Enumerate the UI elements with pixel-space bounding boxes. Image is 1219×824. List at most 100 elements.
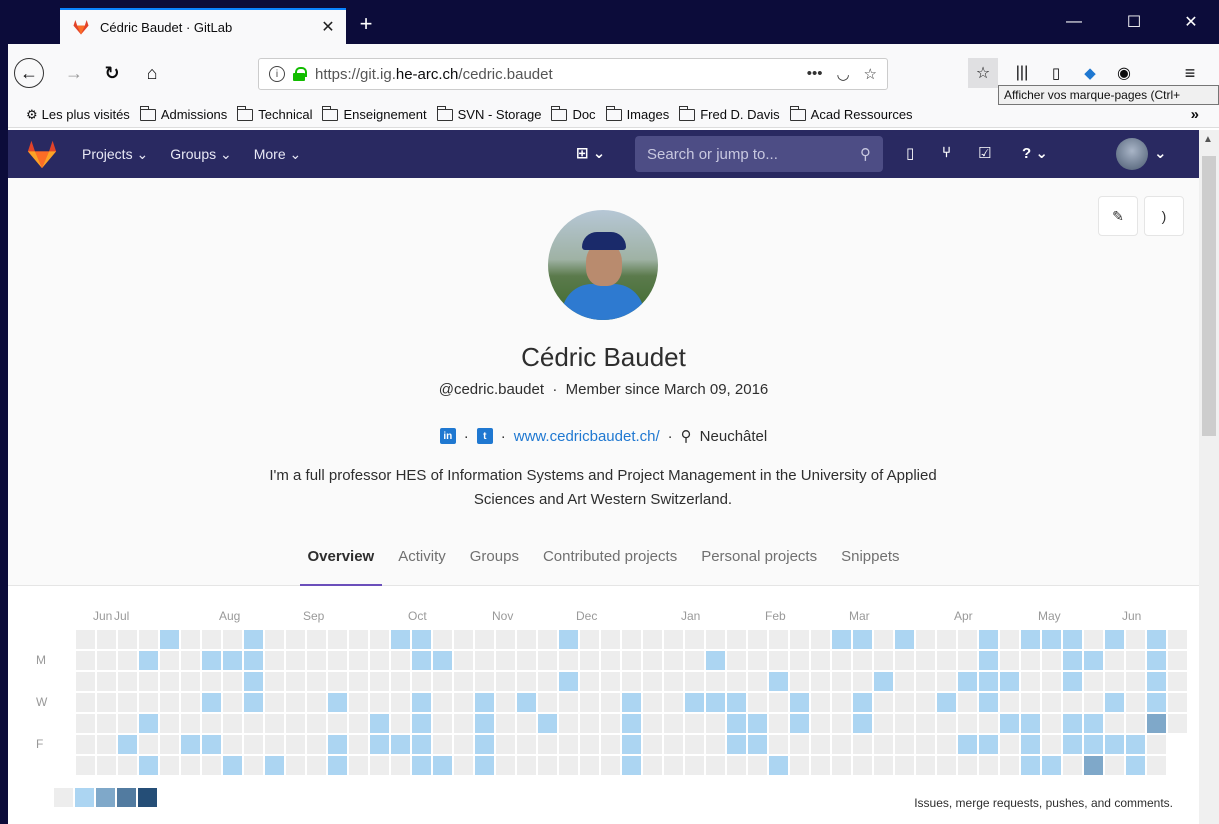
calendar-day-cell[interactable] bbox=[664, 714, 683, 733]
extension-icon[interactable]: ◆ bbox=[1078, 60, 1102, 86]
calendar-day-cell[interactable] bbox=[475, 756, 494, 775]
calendar-day-cell[interactable] bbox=[1042, 735, 1061, 754]
calendar-day-cell[interactable] bbox=[1126, 735, 1145, 754]
close-window-icon[interactable]: ✕ bbox=[1166, 0, 1216, 44]
calendar-day-cell[interactable] bbox=[916, 735, 935, 754]
calendar-day-cell[interactable] bbox=[538, 651, 557, 670]
calendar-day-cell[interactable] bbox=[244, 714, 263, 733]
calendar-day-cell[interactable] bbox=[832, 651, 851, 670]
calendar-day-cell[interactable] bbox=[76, 672, 95, 691]
calendar-day-cell[interactable] bbox=[874, 714, 893, 733]
calendar-day-cell[interactable] bbox=[1147, 756, 1166, 775]
calendar-day-cell[interactable] bbox=[496, 693, 515, 712]
calendar-day-cell[interactable] bbox=[1000, 735, 1019, 754]
bookmark-star-icon[interactable]: ☆ bbox=[864, 65, 877, 83]
calendar-day-cell[interactable] bbox=[76, 630, 95, 649]
calendar-day-cell[interactable] bbox=[664, 756, 683, 775]
calendar-day-cell[interactable] bbox=[559, 735, 578, 754]
calendar-day-cell[interactable] bbox=[1168, 672, 1187, 691]
browser-tab[interactable]: Cédric Baudet · GitLab ✕ bbox=[60, 8, 346, 44]
calendar-day-cell[interactable] bbox=[1168, 714, 1187, 733]
calendar-day-cell[interactable] bbox=[181, 756, 200, 775]
calendar-day-cell[interactable] bbox=[1063, 651, 1082, 670]
calendar-day-cell[interactable] bbox=[706, 714, 725, 733]
calendar-day-cell[interactable] bbox=[916, 714, 935, 733]
nav-more[interactable]: More ⌄ bbox=[254, 146, 302, 163]
calendar-day-cell[interactable] bbox=[1042, 672, 1061, 691]
calendar-day-cell[interactable] bbox=[454, 672, 473, 691]
calendar-day-cell[interactable] bbox=[643, 756, 662, 775]
calendar-day-cell[interactable] bbox=[118, 630, 137, 649]
user-avatar[interactable] bbox=[1116, 138, 1148, 170]
calendar-day-cell[interactable] bbox=[958, 735, 977, 754]
calendar-day-cell[interactable] bbox=[97, 630, 116, 649]
calendar-day-cell[interactable] bbox=[1147, 672, 1166, 691]
calendar-day-cell[interactable] bbox=[118, 672, 137, 691]
calendar-day-cell[interactable] bbox=[685, 735, 704, 754]
calendar-day-cell[interactable] bbox=[769, 693, 788, 712]
calendar-day-cell[interactable] bbox=[853, 651, 872, 670]
calendar-day-cell[interactable] bbox=[895, 756, 914, 775]
calendar-day-cell[interactable] bbox=[748, 672, 767, 691]
calendar-day-cell[interactable] bbox=[412, 651, 431, 670]
calendar-day-cell[interactable] bbox=[244, 735, 263, 754]
calendar-day-cell[interactable] bbox=[727, 714, 746, 733]
calendar-day-cell[interactable] bbox=[244, 651, 263, 670]
calendar-day-cell[interactable] bbox=[475, 714, 494, 733]
calendar-day-cell[interactable] bbox=[265, 756, 284, 775]
calendar-day-cell[interactable] bbox=[496, 651, 515, 670]
calendar-day-cell[interactable] bbox=[706, 672, 725, 691]
help-icon[interactable]: ? ⌄ bbox=[1022, 144, 1048, 162]
calendar-day-cell[interactable] bbox=[181, 693, 200, 712]
calendar-day-cell[interactable] bbox=[601, 756, 620, 775]
calendar-day-cell[interactable] bbox=[790, 630, 809, 649]
calendar-day-cell[interactable] bbox=[265, 735, 284, 754]
calendar-day-cell[interactable] bbox=[328, 651, 347, 670]
calendar-day-cell[interactable] bbox=[580, 714, 599, 733]
calendar-day-cell[interactable] bbox=[979, 672, 998, 691]
calendar-day-cell[interactable] bbox=[811, 714, 830, 733]
calendar-day-cell[interactable] bbox=[1000, 672, 1019, 691]
calendar-day-cell[interactable] bbox=[832, 714, 851, 733]
calendar-day-cell[interactable] bbox=[223, 672, 242, 691]
scrollbar-thumb[interactable] bbox=[1202, 156, 1216, 436]
tab-personal-projects[interactable]: Personal projects bbox=[701, 534, 817, 585]
calendar-day-cell[interactable] bbox=[559, 714, 578, 733]
calendar-day-cell[interactable] bbox=[328, 693, 347, 712]
url-bar[interactable]: i https://git.ig.he-arc.ch/cedric.baudet… bbox=[258, 58, 888, 90]
calendar-day-cell[interactable] bbox=[874, 693, 893, 712]
calendar-day-cell[interactable] bbox=[832, 630, 851, 649]
calendar-day-cell[interactable] bbox=[391, 693, 410, 712]
library-icon[interactable]: ||| bbox=[1010, 60, 1034, 86]
calendar-day-cell[interactable] bbox=[1126, 756, 1145, 775]
calendar-day-cell[interactable] bbox=[496, 630, 515, 649]
calendar-day-cell[interactable] bbox=[433, 714, 452, 733]
calendar-day-cell[interactable] bbox=[76, 693, 95, 712]
calendar-day-cell[interactable] bbox=[832, 693, 851, 712]
calendar-day-cell[interactable] bbox=[517, 672, 536, 691]
calendar-day-cell[interactable] bbox=[286, 651, 305, 670]
calendar-day-cell[interactable] bbox=[433, 693, 452, 712]
account-icon[interactable]: ◉ bbox=[1112, 60, 1136, 86]
calendar-day-cell[interactable] bbox=[328, 672, 347, 691]
calendar-day-cell[interactable] bbox=[202, 693, 221, 712]
todo-icon[interactable]: ☑ bbox=[978, 144, 991, 162]
calendar-day-cell[interactable] bbox=[769, 651, 788, 670]
calendar-day-cell[interactable] bbox=[1126, 672, 1145, 691]
calendar-day-cell[interactable] bbox=[727, 693, 746, 712]
calendar-day-cell[interactable] bbox=[895, 735, 914, 754]
linkedin-icon[interactable]: in bbox=[439, 428, 456, 444]
calendar-day-cell[interactable] bbox=[601, 714, 620, 733]
calendar-day-cell[interactable] bbox=[916, 651, 935, 670]
calendar-day-cell[interactable] bbox=[286, 630, 305, 649]
calendar-day-cell[interactable] bbox=[181, 735, 200, 754]
calendar-day-cell[interactable] bbox=[664, 651, 683, 670]
calendar-day-cell[interactable] bbox=[559, 630, 578, 649]
calendar-day-cell[interactable] bbox=[895, 693, 914, 712]
calendar-day-cell[interactable] bbox=[265, 672, 284, 691]
back-icon[interactable]: ← bbox=[14, 58, 44, 88]
calendar-day-cell[interactable] bbox=[1126, 693, 1145, 712]
calendar-day-cell[interactable] bbox=[1147, 714, 1166, 733]
calendar-day-cell[interactable] bbox=[916, 672, 935, 691]
twitter-icon[interactable]: t bbox=[476, 428, 493, 444]
